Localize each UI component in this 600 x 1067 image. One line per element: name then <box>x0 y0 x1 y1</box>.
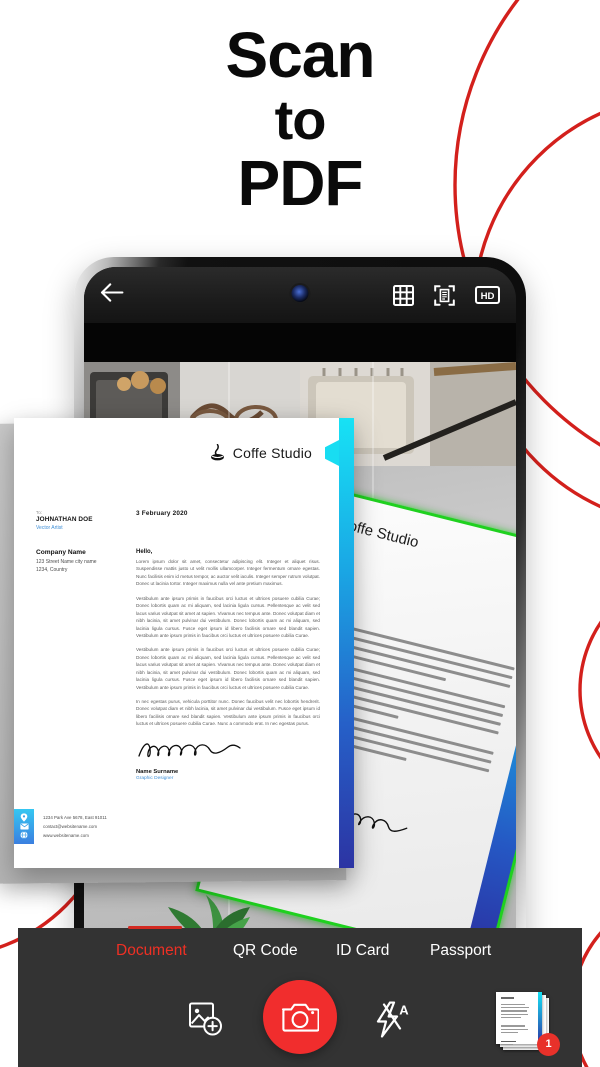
scanned-document-result[interactable]: Coffe Studio To: JOHNATHAN DOE Vector Ar… <box>0 418 354 884</box>
shutter-button[interactable] <box>263 980 337 1054</box>
letter-paragraph: Vestibulum ante ipsum primis in faucibus… <box>136 595 320 638</box>
footer-website: www.websitename.com <box>43 832 89 838</box>
camera-bottom-panel: Document QR Code ID Card Passport A 1 <box>18 926 582 1067</box>
document-scan-icon[interactable] <box>434 284 455 306</box>
coffee-bean-icon <box>210 444 224 461</box>
company-address-line-2: 1234, Country <box>36 567 68 574</box>
flash-auto-label: A <box>399 1002 409 1017</box>
document-body: To: JOHNATHAN DOE Vector Artist 3 Februa… <box>36 510 320 781</box>
headline-line-1: Scan <box>225 19 376 91</box>
front-camera-punchhole <box>291 285 309 302</box>
globe-icon <box>20 831 28 840</box>
headline-line-2: to <box>274 87 327 151</box>
signature-name: Name Surname <box>136 768 179 775</box>
svg-text:HD: HD <box>481 291 495 302</box>
document-recipient-block: To: JOHNATHAN DOE Vector Artist <box>36 510 132 531</box>
document-date: 3 February 2020 <box>136 510 188 517</box>
tab-passport[interactable]: Passport <box>430 942 491 960</box>
hd-badge-icon[interactable]: HD <box>475 286 500 304</box>
scan-mode-tabs: Document QR Code ID Card Passport <box>18 926 582 976</box>
document-logo: Coffe Studio <box>210 444 312 461</box>
document-accent-bar <box>339 418 354 868</box>
page-title: Scan to PDF <box>0 19 600 219</box>
location-pin-icon <box>20 813 28 823</box>
signature-block: Name Surname Graphic Designer <box>136 738 320 781</box>
recipient-name: JOHNATHAN DOE <box>36 516 93 523</box>
signature-role: Graphic Designer <box>136 775 174 781</box>
company-address-line-1: 123 Street Name city name <box>36 559 97 565</box>
document-accent-notch <box>325 440 339 466</box>
signature-mark <box>138 743 241 757</box>
headline-line-3: PDF <box>237 146 364 219</box>
add-image-icon[interactable] <box>188 1001 224 1042</box>
letter-paragraph: Vestibulum ante ipsum primis in faucibus… <box>136 647 320 690</box>
document-stack-thumbnail[interactable]: 1 <box>496 991 560 1056</box>
document-company-block: Company Name 123 Street Name city name 1… <box>36 549 132 781</box>
document-header-row: To: JOHNATHAN DOE Vector Artist 3 Februa… <box>36 510 320 531</box>
grid-icon[interactable] <box>393 284 414 306</box>
recipient-role: Vector Artist <box>36 525 63 531</box>
document-date-block: 3 February 2020 <box>132 510 320 531</box>
thumbnail-page-front <box>496 991 542 1045</box>
tab-id-card[interactable]: ID Card <box>336 942 389 960</box>
thumbnail-text-lines <box>501 996 535 1048</box>
letter-greeting: Hello, <box>136 549 153 555</box>
document-footer: 1234 Park Ave 5678, East 91011 contact@w… <box>14 808 107 844</box>
camera-icon <box>281 1003 319 1032</box>
document-page: Coffe Studio To: JOHNATHAN DOE Vector Ar… <box>14 418 354 868</box>
page-count-badge: 1 <box>537 1032 560 1056</box>
flash-auto-icon[interactable]: A <box>373 1000 413 1042</box>
camera-controls: A 1 <box>18 976 582 1067</box>
tab-qr-code[interactable]: QR Code <box>233 942 298 960</box>
poster-stage: Scan to PDF HD Coffe Studio Coffe Studio… <box>0 0 600 1067</box>
letter-paragraph: In nec egestas purus, vehicula porttitor… <box>136 699 320 727</box>
document-main-row: Company Name 123 Street Name city name 1… <box>36 549 320 781</box>
footer-address: 1234 Park Ave 5678, East 91011 <box>43 814 107 820</box>
company-name: Company Name <box>36 549 86 556</box>
tab-document[interactable]: Document <box>116 942 187 960</box>
viewfinder-letterbox <box>84 323 516 362</box>
document-brand: Coffe Studio <box>232 444 312 461</box>
footer-email: contact@websitename.com <box>43 823 97 829</box>
back-arrow-icon[interactable] <box>100 283 124 307</box>
letter-paragraph: Lorem ipsum dolor sit amet, consectetur … <box>136 559 320 587</box>
envelope-icon <box>19 823 29 830</box>
document-letter-block: Hello, Lorem ipsum dolor sit amet, conse… <box>132 549 320 781</box>
to-label: To: <box>36 510 43 515</box>
footer-text-column: 1234 Park Ave 5678, East 91011 contact@w… <box>34 809 107 844</box>
footer-icon-column <box>14 808 34 844</box>
active-tab-indicator <box>128 926 182 929</box>
